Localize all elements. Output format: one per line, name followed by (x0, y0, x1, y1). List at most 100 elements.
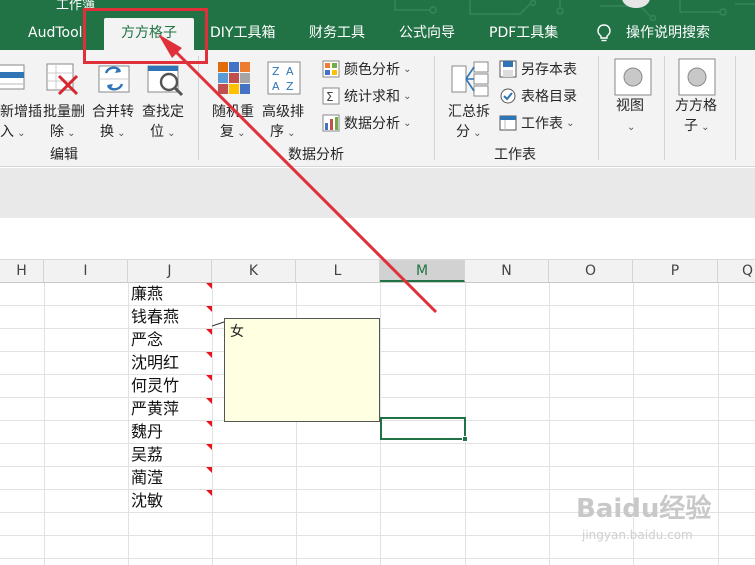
chevron-down-icon: ⌄ (164, 128, 176, 139)
chevron-down-icon: ⌄ (234, 128, 246, 139)
merge-convert-button[interactable]: 合并转 换 ⌄ (90, 56, 140, 140)
summary-split-label-1: 汇总拆 (448, 104, 490, 120)
cell-j-name[interactable]: 沈明红 (131, 352, 179, 374)
data-analysis-icon (322, 114, 340, 132)
worksheet-label: 工作表 (521, 116, 563, 132)
tell-me-search[interactable]: 操作说明搜索 (626, 18, 710, 50)
find-locate-button[interactable]: 查找定 位 ⌄ (140, 56, 190, 140)
batch-delete-button[interactable]: 批量删 除 ⌄ (40, 56, 90, 140)
sheet-catalog-button[interactable]: 表格目录 (499, 85, 577, 107)
summary-split-label-2: 分 (456, 124, 470, 140)
advanced-sort-label-1: 高级排 (262, 104, 304, 120)
batch-delete-label-1: 批量删 (43, 104, 85, 120)
fill-handle[interactable] (462, 436, 468, 442)
grid-col-line (212, 283, 213, 565)
svg-text:A: A (272, 80, 280, 93)
comment-indicator (206, 329, 212, 335)
watermark-url: jingyan.baidu.com (582, 528, 693, 542)
chevron-down-icon: ⌄ (64, 128, 76, 139)
tab-diy-toolbox[interactable]: DIY工具箱 (210, 18, 275, 50)
comment-indicator (206, 306, 212, 312)
tab-audtool[interactable]: AudTool (28, 18, 83, 50)
column-header-m[interactable]: M (380, 260, 465, 282)
grid-row-line (0, 305, 755, 306)
summary-split-button[interactable]: 汇总拆 分 ⌄ (446, 56, 496, 140)
save-sheet-icon (499, 60, 517, 78)
tab-finance-tools[interactable]: 财务工具 (309, 18, 365, 50)
cell-j-name[interactable]: 魏丹 (131, 421, 163, 443)
chevron-down-icon: ⌄ (284, 128, 296, 139)
comment-indicator (206, 490, 212, 496)
save-sheet-button[interactable]: 另存本表 (499, 58, 577, 80)
view-button[interactable]: 视图 ⌄ (610, 56, 658, 140)
batch-delete-label-2: 除 (50, 124, 64, 140)
grid-col-line (549, 283, 550, 565)
insert-rows-icon (0, 64, 25, 90)
cell-j-name[interactable]: 廉燕 (131, 283, 163, 305)
tab-formula-wizard[interactable]: 公式向导 (399, 18, 455, 50)
worksheet-button[interactable]: 工作表 ⌄ (499, 112, 575, 134)
cell-comment: 女 (224, 318, 380, 422)
cell-j-name[interactable]: 沈敏 (131, 490, 163, 512)
cell-j-name[interactable]: 钱春燕 (131, 306, 179, 328)
grid-row-line (0, 443, 755, 444)
worksheet-icon (499, 115, 517, 131)
comment-indicator (206, 375, 212, 381)
column-header-n[interactable]: N (465, 260, 549, 282)
svg-text:A: A (286, 65, 294, 78)
batch-delete-icon (46, 63, 79, 96)
stat-sum-icon: Σ (322, 87, 340, 105)
collapsed-area (0, 168, 755, 218)
chevron-down-icon: ⌄ (698, 122, 710, 133)
svg-text:Z: Z (286, 80, 294, 93)
cell-j-name[interactable]: 何灵竹 (131, 375, 179, 397)
column-header-l[interactable]: L (296, 260, 380, 282)
ffcell-label-2: 子 (684, 118, 698, 134)
chevron-down-icon: ⌄ (400, 90, 412, 102)
ffcell-button[interactable]: 方方格 子 ⌄ (672, 56, 726, 140)
grid-col-line (128, 283, 129, 565)
chevron-down-icon: ⌄ (14, 128, 26, 139)
tab-pdf-tools[interactable]: PDF工具集 (489, 18, 558, 50)
cell-j-name[interactable]: 严念 (131, 329, 163, 351)
watermark: Baidu经验 (576, 494, 712, 524)
column-header-q[interactable]: Q (718, 260, 755, 282)
advanced-sort-label-2: 序 (270, 124, 284, 140)
column-header-h[interactable]: H (0, 260, 44, 282)
active-cell-m[interactable] (380, 417, 468, 442)
lightbulb-icon (597, 24, 611, 42)
random-repeat-button[interactable]: 随机重 复 ⌄ (210, 56, 260, 140)
column-header-p[interactable]: P (633, 260, 718, 282)
group-separator (598, 56, 599, 160)
comment-indicator (206, 467, 212, 473)
stat-sum-button[interactable]: Σ 统计求和 ⌄ (322, 85, 412, 107)
data-analysis-button[interactable]: 数据分析 ⌄ (322, 112, 412, 134)
advanced-sort-icon: Z A A Z (267, 61, 301, 95)
column-header-o[interactable]: O (549, 260, 633, 282)
comment-indicator (206, 444, 212, 450)
insert-rows-button[interactable]: 新增插 入 ⌄ (0, 56, 42, 140)
grid-row-line (0, 466, 755, 467)
cell-j-name[interactable]: 吴荔 (131, 444, 163, 466)
column-header-j[interactable]: J (128, 260, 212, 282)
chevron-down-icon: ⌄ (400, 63, 412, 75)
comment-indicator (206, 283, 212, 289)
merge-convert-label-1: 合并转 (92, 104, 134, 120)
formula-bar[interactable] (0, 218, 755, 260)
cell-j-name[interactable]: 蔺滢 (131, 467, 163, 489)
column-header-k[interactable]: K (212, 260, 296, 282)
color-analysis-button[interactable]: 颜色分析 ⌄ (322, 58, 412, 80)
column-header-i[interactable]: I (44, 260, 128, 282)
merge-convert-icon (98, 65, 130, 93)
comment-indicator (206, 398, 212, 404)
data-analysis-label: 数据分析 (344, 116, 400, 132)
svg-text:Z: Z (272, 65, 280, 78)
sheet-catalog-label: 表格目录 (521, 89, 577, 105)
highlight-box (83, 8, 208, 64)
summary-split-icon (451, 61, 489, 97)
advanced-sort-button[interactable]: Z A A Z 高级排 序 ⌄ (260, 56, 310, 140)
cell-j-name[interactable]: 严黄萍 (131, 398, 179, 420)
insert-rows-label-1: 新增插 (0, 104, 42, 120)
edit-group-label: 编辑 (50, 147, 78, 163)
random-repeat-icon (218, 62, 250, 94)
